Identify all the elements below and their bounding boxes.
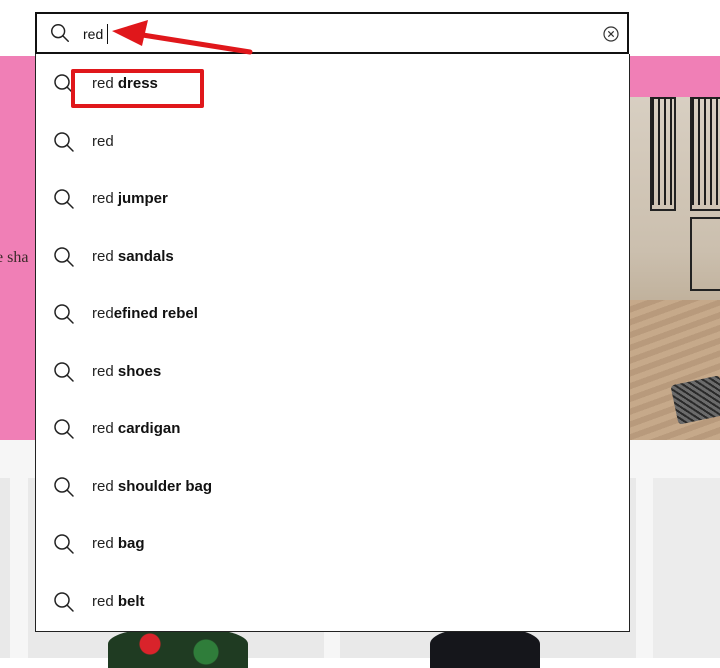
search-icon [54, 131, 74, 152]
photo-window-bars [652, 97, 672, 205]
product-image [108, 628, 248, 668]
suggestion-red-cardigan[interactable]: red cardigan [36, 401, 629, 458]
search-icon [54, 534, 74, 554]
suggestion-red[interactable]: red [36, 114, 629, 171]
search-suggestions-dropdown: red dress red red jumper red sandals red… [35, 54, 630, 632]
banner-text: e sha [0, 249, 29, 266]
suggestion-red-shoes[interactable]: red shoes [36, 344, 629, 401]
search-icon [54, 591, 74, 612]
search-icon [54, 419, 74, 439]
suggestion-label: red bag [92, 535, 145, 552]
suggestion-label: red shoulder bag [92, 477, 213, 495]
search-icon [54, 189, 74, 209]
clear-circle-x-icon[interactable] [603, 26, 619, 42]
search-icon [54, 361, 74, 382]
search-icon [54, 476, 74, 497]
suggestion-redefined-rebel[interactable]: redefined rebel [36, 286, 629, 343]
photo-window-bars [692, 97, 720, 205]
product-card[interactable] [653, 478, 720, 658]
banner-photo [630, 97, 720, 440]
photo-pavement [630, 300, 720, 440]
suggestion-label: red cardigan [92, 420, 181, 437]
annotation-arrow-icon [112, 20, 253, 55]
product-image [430, 628, 540, 668]
photo-door [690, 217, 720, 291]
suggestion-red-shoulder-bag[interactable]: red shoulder bag [36, 459, 629, 516]
suggestion-label: redefined rebel [92, 305, 198, 322]
suggestion-red-sandals[interactable]: red sandals [36, 229, 629, 286]
suggestion-red-jumper[interactable]: red jumper [36, 171, 629, 228]
suggestion-red-belt[interactable]: red belt [36, 574, 629, 631]
suggestion-label: red sandals [92, 247, 174, 265]
suggestion-red-bag[interactable]: red bag [36, 516, 629, 573]
suggestion-label: red jumper [92, 190, 168, 207]
product-card-edge [0, 478, 10, 658]
suggestion-label: red belt [92, 592, 145, 610]
search-icon [54, 246, 74, 267]
annotation-highlight-box [71, 69, 204, 108]
search-icon [54, 304, 74, 324]
search-icon [51, 24, 69, 42]
suggestion-label: red [92, 132, 114, 150]
suggestion-label: red shoes [92, 362, 162, 380]
